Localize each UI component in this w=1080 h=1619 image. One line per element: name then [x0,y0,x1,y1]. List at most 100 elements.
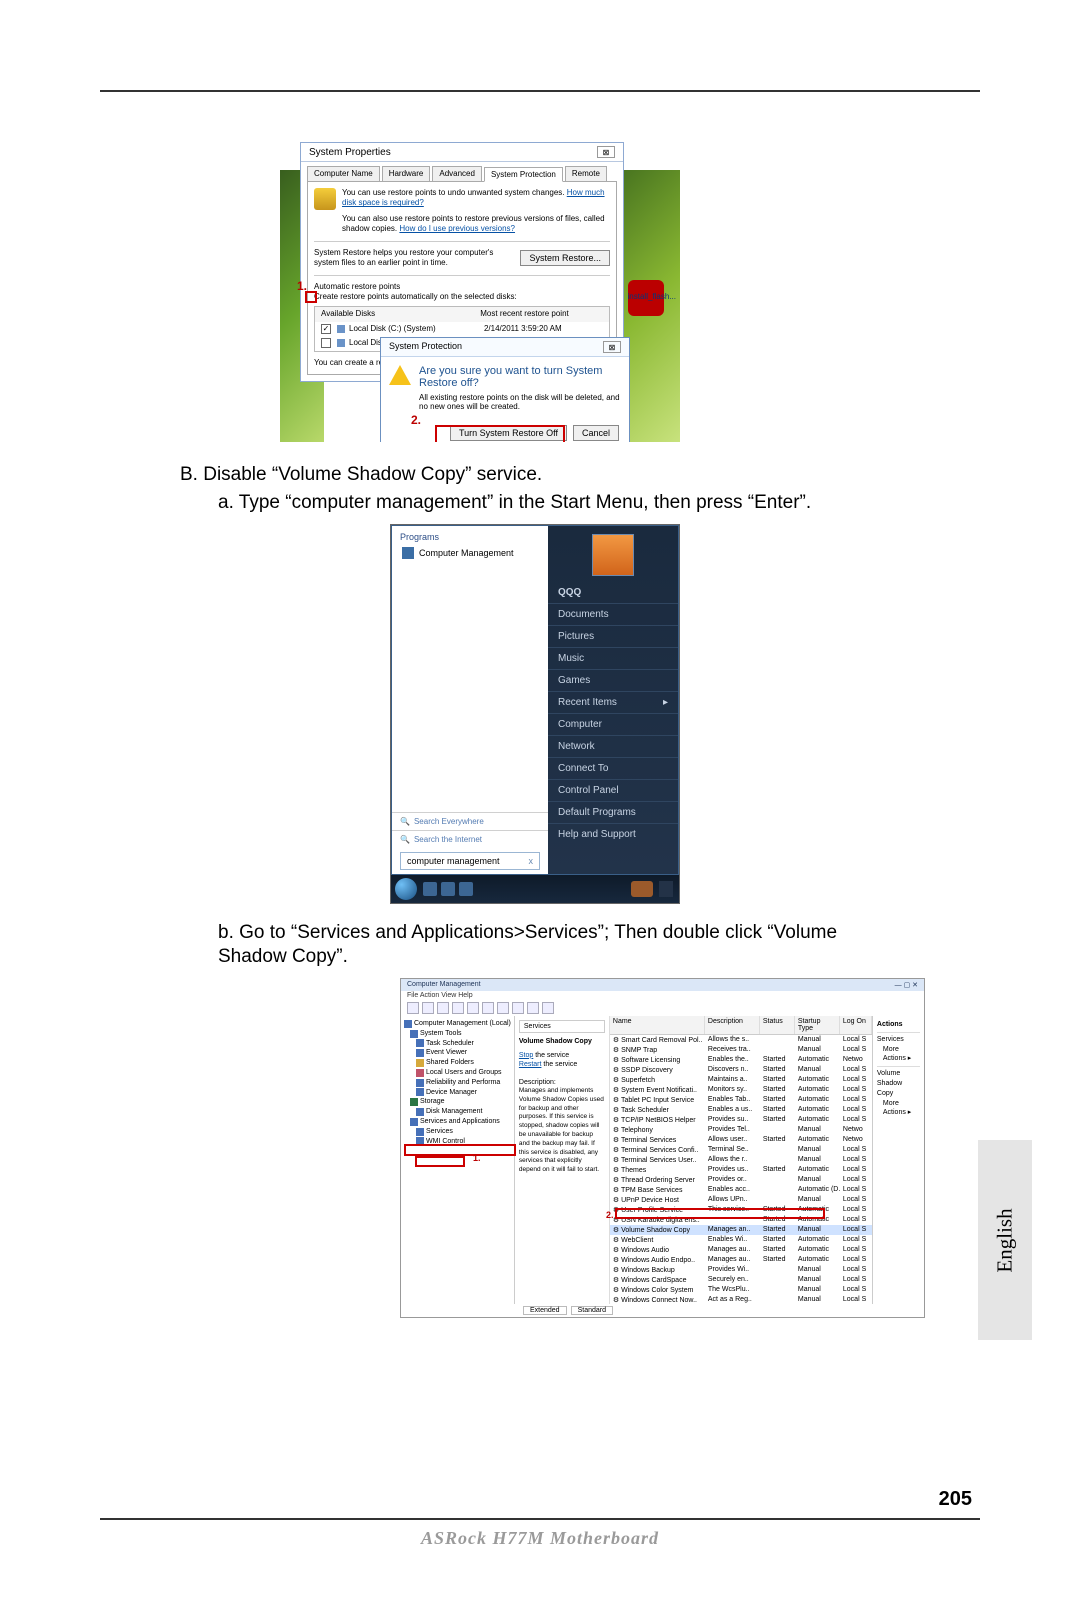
back-icon[interactable] [407,1002,419,1014]
stop-link[interactable]: Stop [519,1052,533,1059]
power-button-icon[interactable] [631,881,653,897]
system-restore-button[interactable]: System Restore... [520,250,610,266]
sm-pictures[interactable]: Pictures [548,625,678,647]
window-controls[interactable]: — ▢ ✕ [895,981,918,989]
col-startup[interactable]: Startup Type [795,1016,840,1034]
service-row[interactable]: ⚙ Tablet PC Input ServiceEnables Tab..St… [610,1095,872,1105]
search-everywhere[interactable]: 🔍 Search Everywhere [392,812,548,830]
service-row[interactable]: ⚙ SSDP DiscoveryDiscovers n..StartedManu… [610,1065,872,1075]
tree-item[interactable]: Task Scheduler [416,1039,511,1049]
service-row[interactable]: ⚙ Windows Connect Now..Act as a Reg..Man… [610,1295,872,1304]
service-row[interactable]: ⚙ TPM Base ServicesEnables acc..Automati… [610,1185,872,1195]
search-input-value: computer management [407,856,500,866]
service-row[interactable]: ⚙ Windows Color SystemThe WcsPlu..Manual… [610,1285,872,1295]
tree-item[interactable]: Reliability and Performa [416,1078,511,1088]
service-row[interactable]: ⚙ Task SchedulerEnables a us..StartedAut… [610,1105,872,1115]
svc-name: ⚙ Windows Connect Now.. [610,1295,705,1304]
tab-system-protection[interactable]: System Protection [484,167,563,182]
restart-icon[interactable] [542,1002,554,1014]
footer-brand: ASRock H77M Motherboard [100,1528,980,1549]
tree-item[interactable]: Event Viewer [416,1048,511,1058]
service-row[interactable]: ⚙ Windows BackupProvides Wi..ManualLocal… [610,1265,872,1275]
svc-name: ⚙ Windows CardSpace [610,1275,705,1285]
col-desc[interactable]: Description [705,1016,760,1034]
service-row[interactable]: ⚙ Volume Shadow CopyManages an..StartedM… [610,1225,872,1235]
service-row[interactable]: ⚙ Software LicensingEnables the..Started… [610,1055,872,1065]
service-row[interactable]: ⚙ ThemesProvides us..StartedAutomaticLoc… [610,1165,872,1175]
disk-row-c[interactable]: ✓ Local Disk (C:) (System) 2/14/2011 3:5… [315,322,609,336]
help-icon[interactable] [482,1002,494,1014]
clear-icon[interactable]: x [529,856,534,866]
tree-storage[interactable]: Storage [410,1097,511,1107]
cm-menu-bar[interactable]: File Action View Help [401,991,924,1000]
sm-music[interactable]: Music [548,647,678,669]
col-name[interactable]: Name [610,1016,705,1034]
sm-control-panel[interactable]: Control Panel [548,779,678,801]
service-row[interactable]: ⚙ Terminal Services User..Allows the r..… [610,1155,872,1165]
tree-item[interactable]: Local Users and Groups [416,1068,511,1078]
service-row[interactable]: ⚙ Smart Card Removal Pol..Allows the s..… [610,1035,872,1045]
sm-default-programs[interactable]: Default Programs [548,801,678,823]
sm-help[interactable]: Help and Support [548,823,678,845]
sm-computer[interactable]: Computer [548,713,678,735]
close-icon[interactable]: ⊠ [597,146,615,158]
quicklaunch-icon[interactable] [441,882,455,896]
service-row[interactable]: ⚙ System Event Notificati..Monitors sy..… [610,1085,872,1095]
props-icon[interactable] [437,1002,449,1014]
turn-restore-off-button[interactable]: Turn System Restore Off [450,425,567,441]
dialog-subtext: All existing restore points on the disk … [419,393,621,411]
quicklaunch-icon[interactable] [423,882,437,896]
refresh-icon[interactable] [452,1002,464,1014]
sm-recent-items[interactable]: Recent Items▸ [548,691,678,713]
col-status[interactable]: Status [760,1016,795,1034]
tab-hardware[interactable]: Hardware [382,166,431,181]
quicklaunch-icon[interactable] [459,882,473,896]
play-icon[interactable] [497,1002,509,1014]
service-row[interactable]: ⚙ WebClientEnables Wi..StartedAutomaticL… [610,1235,872,1245]
tree-item[interactable]: Device Manager [416,1088,511,1098]
sm-connect-to[interactable]: Connect To [548,757,678,779]
tree-disk-mgmt[interactable]: Disk Management [416,1107,511,1117]
service-row[interactable]: ⚙ Windows Audio Endpo..Manages au..Start… [610,1255,872,1265]
service-row[interactable]: ⚙ UPnP Device HostAllows UPn..ManualLoca… [610,1195,872,1205]
service-row[interactable]: ⚙ Terminal ServicesAllows user..StartedA… [610,1135,872,1145]
actions-more-1[interactable]: More Actions ▸ [877,1045,920,1065]
tree-root[interactable]: Computer Management (Local) [404,1019,511,1029]
actions-more-2[interactable]: More Actions ▸ [877,1099,920,1119]
service-row[interactable]: ⚙ Terminal Services Confi..Terminal Se..… [610,1145,872,1155]
tree-system-tools[interactable]: System Tools [410,1029,511,1039]
stop-icon[interactable] [512,1002,524,1014]
tab-remote[interactable]: Remote [565,166,607,181]
cancel-button[interactable]: Cancel [573,425,619,441]
previous-versions-link[interactable]: How do I use previous versions? [399,224,515,233]
search-internet[interactable]: 🔍 Search the Internet [392,830,548,848]
col-logon[interactable]: Log On [840,1016,872,1034]
service-row[interactable]: ⚙ TelephonyProvides Tel..ManualNetwo [610,1125,872,1135]
tab-computer-name[interactable]: Computer Name [307,166,380,181]
tree-item[interactable]: Shared Folders [416,1058,511,1068]
program-computer-management[interactable]: Computer Management [392,544,548,562]
service-row[interactable]: ⚙ Windows CardSpaceSecurely en..ManualLo… [610,1275,872,1285]
start-orb-icon[interactable] [395,878,417,900]
tree-services-apps[interactable]: Services and Applications [410,1117,511,1127]
start-search-input[interactable]: computer management x [400,852,540,870]
close-icon[interactable]: ⊠ [603,341,621,353]
screenshot-start-menu: Programs Computer Management 🔍 Search Ev… [390,524,680,904]
service-row[interactable]: ⚙ Windows AudioManages au..StartedAutoma… [610,1245,872,1255]
tree-services[interactable]: Services [416,1127,511,1137]
sm-documents[interactable]: Documents [548,603,678,625]
pause-icon[interactable] [527,1002,539,1014]
disk-c-checkbox[interactable]: ✓ [321,324,331,334]
disk-d-checkbox[interactable] [321,338,331,348]
lock-icon[interactable] [659,881,673,897]
service-row[interactable]: ⚙ SuperfetchMaintains a..StartedAutomati… [610,1075,872,1085]
export-icon[interactable] [467,1002,479,1014]
restart-link[interactable]: Restart [519,1061,542,1068]
tab-advanced[interactable]: Advanced [432,166,482,181]
service-row[interactable]: ⚙ Thread Ordering ServerProvides or..Man… [610,1175,872,1185]
service-row[interactable]: ⚙ SNMP TrapReceives tra..ManualLocal S [610,1045,872,1055]
sm-games[interactable]: Games [548,669,678,691]
forward-icon[interactable] [422,1002,434,1014]
sm-network[interactable]: Network [548,735,678,757]
service-row[interactable]: ⚙ TCP/IP NetBIOS HelperProvides su..Star… [610,1115,872,1125]
